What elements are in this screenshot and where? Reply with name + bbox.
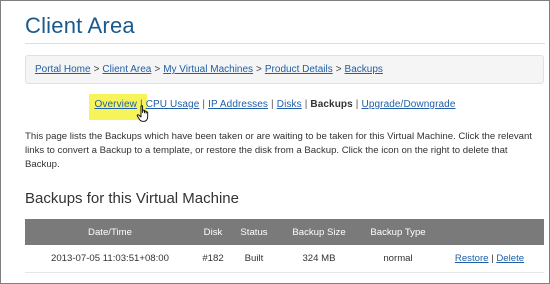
tab-separator: | <box>271 99 274 110</box>
cell-backup-size: 324 MB <box>277 245 361 273</box>
section-title: Backups for this Virtual Machine <box>25 190 239 207</box>
cell-status: Built <box>231 245 277 273</box>
breadcrumb-separator: > <box>335 64 342 75</box>
action-separator: | <box>491 253 494 264</box>
col-header-actions <box>435 219 544 245</box>
tab-upgrade-downgrade[interactable]: Upgrade/Downgrade <box>362 99 456 110</box>
hand-pointer-icon <box>136 105 149 122</box>
tab-separator: | <box>355 99 359 110</box>
col-header-disk: Disk <box>195 219 231 245</box>
breadcrumb-separator: > <box>93 64 100 75</box>
restore-link[interactable]: Restore <box>455 253 489 264</box>
backups-table: Date/Time Disk Status Backup Size Backup… <box>25 219 544 273</box>
table-header-row: Date/Time Disk Status Backup Size Backup… <box>25 219 544 245</box>
title-divider <box>25 43 545 44</box>
breadcrumb-product-details[interactable]: Product Details <box>265 64 333 75</box>
col-header-backup-size: Backup Size <box>277 219 361 245</box>
cell-backup-type: normal <box>361 245 435 273</box>
vm-tabs-nav: Overview | CPU Usage | IP Addresses | Disks | Ba… <box>0 94 550 120</box>
tab-cpu-usage[interactable]: CPU Usage <box>146 99 200 110</box>
breadcrumb-client-area[interactable]: Client Area <box>102 64 151 75</box>
breadcrumb: Portal Home > Client Area > My Virtual Machi… <box>25 55 544 84</box>
table-row: 2013-07-05 11:03:51+08:00 #182 Built 324… <box>25 245 544 273</box>
tab-disks[interactable]: Disks <box>277 99 302 110</box>
cell-datetime: 2013-07-05 11:03:51+08:00 <box>25 245 195 273</box>
col-header-status: Status <box>231 219 277 245</box>
col-header-datetime: Date/Time <box>25 219 195 245</box>
breadcrumb-portal-home[interactable]: Portal Home <box>35 64 91 75</box>
col-header-backup-type: Backup Type <box>361 219 435 245</box>
breadcrumb-separator: > <box>154 64 161 75</box>
tab-ip-addresses[interactable]: IP Addresses <box>208 99 268 110</box>
tab-backups[interactable]: Backups <box>310 99 352 110</box>
tab-separator: | <box>202 99 206 110</box>
breadcrumb-separator: > <box>256 64 262 75</box>
cell-actions: Restore | Delete <box>435 245 544 273</box>
intro-text: This page lists the Backups which have b… <box>25 131 532 171</box>
cell-disk: #182 <box>195 245 231 273</box>
page-title: Client Area <box>25 13 135 38</box>
tab-overview-highlight-wrap: Overview <box>88 94 147 120</box>
breadcrumb-my-virtual-machines[interactable]: My Virtual Machines <box>163 64 253 75</box>
tab-overview[interactable]: Overview <box>95 99 137 110</box>
breadcrumb-backups[interactable]: Backups <box>345 64 383 75</box>
delete-link[interactable]: Delete <box>496 253 524 264</box>
